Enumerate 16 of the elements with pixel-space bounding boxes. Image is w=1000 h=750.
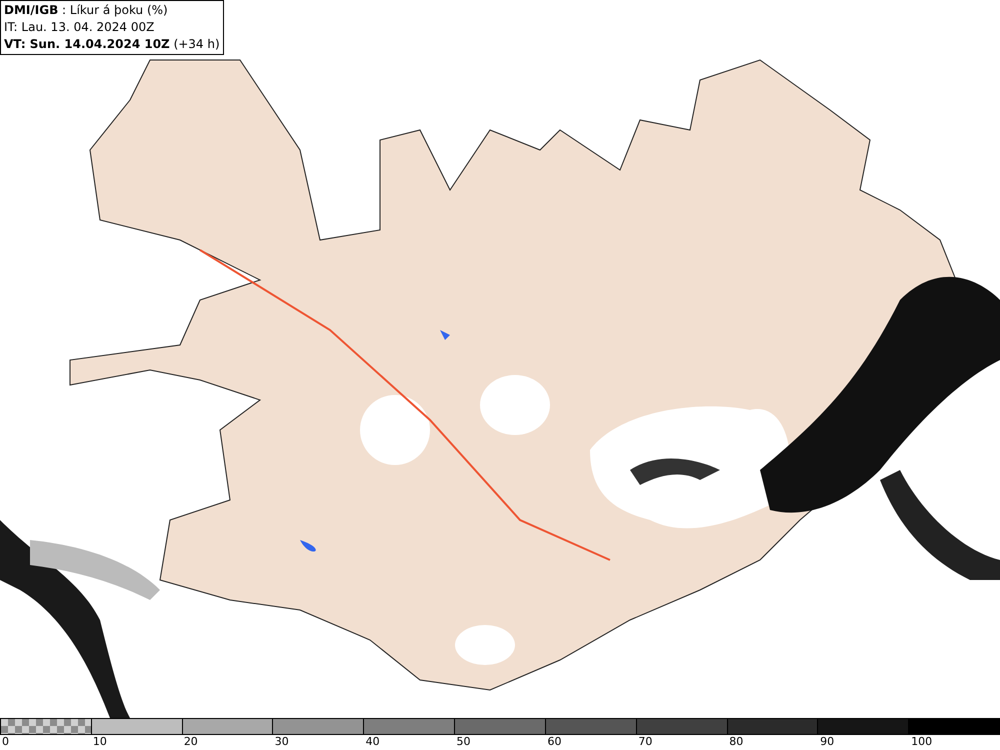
source-label: DMI/IGB bbox=[4, 2, 58, 19]
legend-tick-label: 80 bbox=[728, 735, 744, 749]
legend-tick-label: 40 bbox=[364, 735, 380, 749]
legend-tick-label: 50 bbox=[456, 735, 471, 749]
valid-time: VT: Sun. 14.04.2024 10Z bbox=[4, 36, 170, 53]
legend-tick-label: 60 bbox=[546, 735, 562, 749]
legend-tick-label: 30 bbox=[274, 735, 289, 749]
legend-tick-label: 20 bbox=[182, 735, 198, 749]
legend-tick-label: 70 bbox=[637, 735, 652, 749]
legend-tick-label: 0 bbox=[1, 735, 9, 749]
product-label: : Líkur á þoku (%) bbox=[61, 2, 168, 19]
legend-tick-label: 100 bbox=[910, 735, 932, 749]
legend-tick-label: 90 bbox=[819, 735, 834, 749]
init-time: IT: Lau. 13. 04. 2024 00Z bbox=[4, 19, 154, 36]
legend-tick-label: 10 bbox=[92, 735, 107, 749]
forecast-offset: (+34 h) bbox=[172, 36, 220, 53]
